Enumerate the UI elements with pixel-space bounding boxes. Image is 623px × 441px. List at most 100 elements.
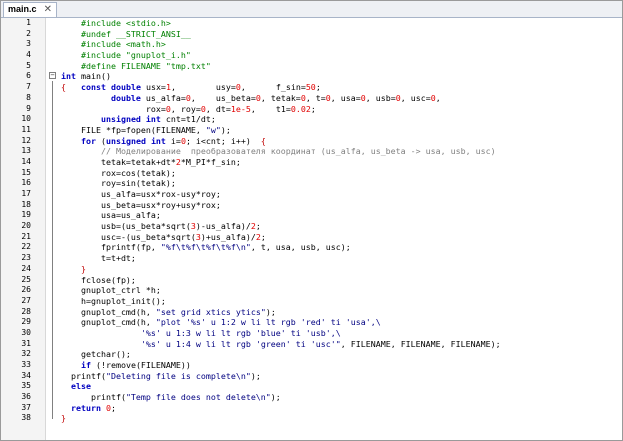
code-line[interactable]: 10 unsigned int cnt=t1/dt;: [1, 114, 622, 125]
code-token: usx=: [140, 82, 166, 93]
line-text: rox=cos(tetak);: [61, 168, 176, 179]
code-line[interactable]: 3 #include <math.h>: [1, 39, 622, 50]
line-number: 24: [21, 263, 31, 273]
line-text: FILE *fp=fopen(FILENAME, "w");: [61, 125, 231, 136]
line-text: printf("Temp file does not delete\n");: [61, 392, 281, 403]
code-line[interactable]: 29 gnuplot_cmd(h, "plot '%s' u 1:2 w li …: [1, 317, 622, 328]
code-token: {: [260, 135, 266, 146]
close-icon[interactable]: ✕: [44, 3, 52, 16]
tab-main-c[interactable]: main.c ✕: [3, 2, 57, 17]
code-line[interactable]: 34 printf("Deleting file is complete\n")…: [1, 371, 622, 382]
line-text: rox=0, roy=0, dt=1e-5, t1=0.02;: [61, 104, 316, 115]
code-line[interactable]: 4 #include "gnuplot_i.h": [1, 50, 622, 61]
code-token: , tetak=: [260, 92, 301, 103]
line-text: '%s' u 1:4 w li lt rgb 'green' ti 'usc'"…: [61, 339, 501, 350]
code-line[interactable]: 38}: [1, 413, 622, 424]
code-line[interactable]: 26 gnuplot_ctrl *h;: [1, 285, 622, 296]
line-number: 12: [21, 135, 31, 145]
code-token: }: [61, 413, 66, 424]
code-line[interactable]: 20 usb=(us_beta*sqrt(3)-us_alfa)/2;: [1, 221, 622, 232]
line-number: 23: [21, 253, 31, 263]
line-text: usc=-(us_beta*sqrt(3)+us_alfa)/2;: [61, 232, 266, 243]
code-line[interactable]: 35 else: [1, 381, 622, 392]
line-text: else: [61, 381, 91, 392]
code-token: , dt=: [205, 103, 231, 114]
code-line[interactable]: 23 t=t+dt;: [1, 253, 622, 264]
code-token: ;: [260, 231, 266, 242]
code-line[interactable]: 25 fclose(fp);: [1, 275, 622, 286]
code-line[interactable]: 18 us_beta=usx*roy+usy*rox;: [1, 200, 622, 211]
code-line[interactable]: 28 gnuplot_cmd(h, "set grid xtics ytics"…: [1, 307, 622, 318]
code-line[interactable]: 30 '%s' u 1:3 w li lt rgb 'blue' ti 'usb…: [1, 328, 622, 339]
code-line[interactable]: 31 '%s' u 1:4 w li lt rgb 'green' ti 'us…: [1, 339, 622, 350]
code-token: gnuplot_cmd(h,: [61, 306, 156, 317]
code-token: cnt=t1/dt;: [160, 114, 216, 125]
code-token: gnuplot_ctrl *h;: [61, 285, 161, 296]
code-line[interactable]: 32 getchar();: [1, 349, 622, 360]
code-token: , usb=: [365, 92, 396, 103]
code-line[interactable]: 36 printf("Temp file does not delete\n")…: [1, 392, 622, 403]
code-line[interactable]: 9 rox=0, roy=0, dt=1e-5, t1=0.02;: [1, 104, 622, 115]
code-token: printf(: [61, 370, 106, 381]
code-token: us_alfa=: [140, 92, 186, 103]
code-line[interactable]: 33 if (!remove(FILENAME)): [1, 360, 622, 371]
code-token: (!remove(FILENAME)): [90, 360, 191, 370]
code-line[interactable]: 12 for (unsigned int i=0; i<cnt; i++) {: [1, 136, 622, 147]
line-text: #include "gnuplot_i.h": [61, 50, 191, 61]
line-number: 13: [21, 146, 31, 156]
line-text: { const double usx=1, usy=0, f_sin=50;: [61, 82, 321, 93]
code-token: us_alfa=usx*rox-usy*roy;: [61, 189, 221, 199]
code-token: 50: [305, 82, 316, 93]
code-line[interactable]: 7 { const double usx=1, usy=0, f_sin=50;: [1, 82, 622, 93]
code-line[interactable]: 1 #include <stdio.h>: [1, 18, 622, 29]
line-text: if (!remove(FILENAME)): [61, 360, 191, 371]
code-token: rox=: [61, 103, 166, 114]
code-token: unsigned int: [105, 135, 166, 146]
code-token: )+us_alfa)/: [200, 231, 256, 242]
code-line[interactable]: 6 − int main(): [1, 71, 622, 82]
line-text: int main(): [61, 71, 111, 82]
line-text: usa=us_alfa;: [61, 210, 161, 221]
code-token: for: [80, 135, 96, 146]
code-token: ;: [310, 103, 316, 114]
fold-toggle-icon[interactable]: −: [49, 72, 56, 80]
code-token: printf(: [61, 392, 126, 403]
code-token: #define FILENAME "tmp.txt": [61, 60, 211, 71]
code-line[interactable]: 21 usc=-(us_beta*sqrt(3)+us_alfa)/2;: [1, 232, 622, 243]
code-line[interactable]: 24 }: [1, 264, 622, 275]
code-token: );: [270, 392, 281, 403]
line-text: gnuplot_ctrl *h;: [61, 285, 161, 296]
code-token: ;: [255, 221, 261, 232]
code-editor[interactable]: main.c ✕ 1 #include <stdio.h> 2 #undef __…: [0, 0, 623, 441]
line-number: 29: [21, 317, 31, 327]
code-line[interactable]: 11 FILE *fp=fopen(FILENAME, "w");: [1, 125, 622, 136]
code-line[interactable]: 15 rox=cos(tetak);: [1, 168, 622, 179]
code-token: usc=-(us_beta*sqrt(: [61, 231, 196, 242]
line-text: #include <stdio.h>: [61, 18, 171, 29]
code-line[interactable]: 22 fprintf(fp, "%f\t%f\t%f\t%f\n", t, us…: [1, 242, 622, 253]
code-line[interactable]: 19 usa=us_alfa;: [1, 210, 622, 221]
code-line[interactable]: 14 tetak=tetak+dt*2*M_PI*f_sin;: [1, 157, 622, 168]
code-line[interactable]: 8 double us_alfa=0, us_beta=0, tetak=0, …: [1, 93, 622, 104]
code-token: int: [61, 71, 76, 82]
code-token: , f_sin=: [240, 82, 306, 93]
code-token: )-us_alfa)/: [195, 221, 251, 232]
code-token: 1e-5: [230, 103, 251, 114]
code-token: , usy=: [170, 82, 236, 93]
code-line[interactable]: 16 roy=sin(tetak);: [1, 178, 622, 189]
code-line[interactable]: 2 #undef __STRICT_ANSI__: [1, 29, 622, 40]
code-line[interactable]: 13 // Моделирование преобразователя коор…: [1, 146, 622, 157]
code-token: h=gnuplot_init();: [61, 295, 166, 306]
code-line[interactable]: 17 us_alfa=usx*rox-usy*roy;: [1, 189, 622, 200]
line-number: 25: [21, 274, 31, 284]
code-token: #include <stdio.h>: [61, 18, 171, 28]
line-text: tetak=tetak+dt*2*M_PI*f_sin;: [61, 157, 241, 168]
code-line[interactable]: 37 return 0;: [1, 403, 622, 414]
line-text: '%s' u 1:3 w li lt rgb 'blue' ti 'usb',\: [61, 328, 341, 339]
code-line[interactable]: 5 #define FILENAME "tmp.txt": [1, 61, 622, 72]
code-line[interactable]: 27 h=gnuplot_init();: [1, 296, 622, 307]
code-area[interactable]: 1 #include <stdio.h> 2 #undef __STRICT_AN…: [1, 18, 622, 424]
line-number: 28: [21, 306, 31, 316]
